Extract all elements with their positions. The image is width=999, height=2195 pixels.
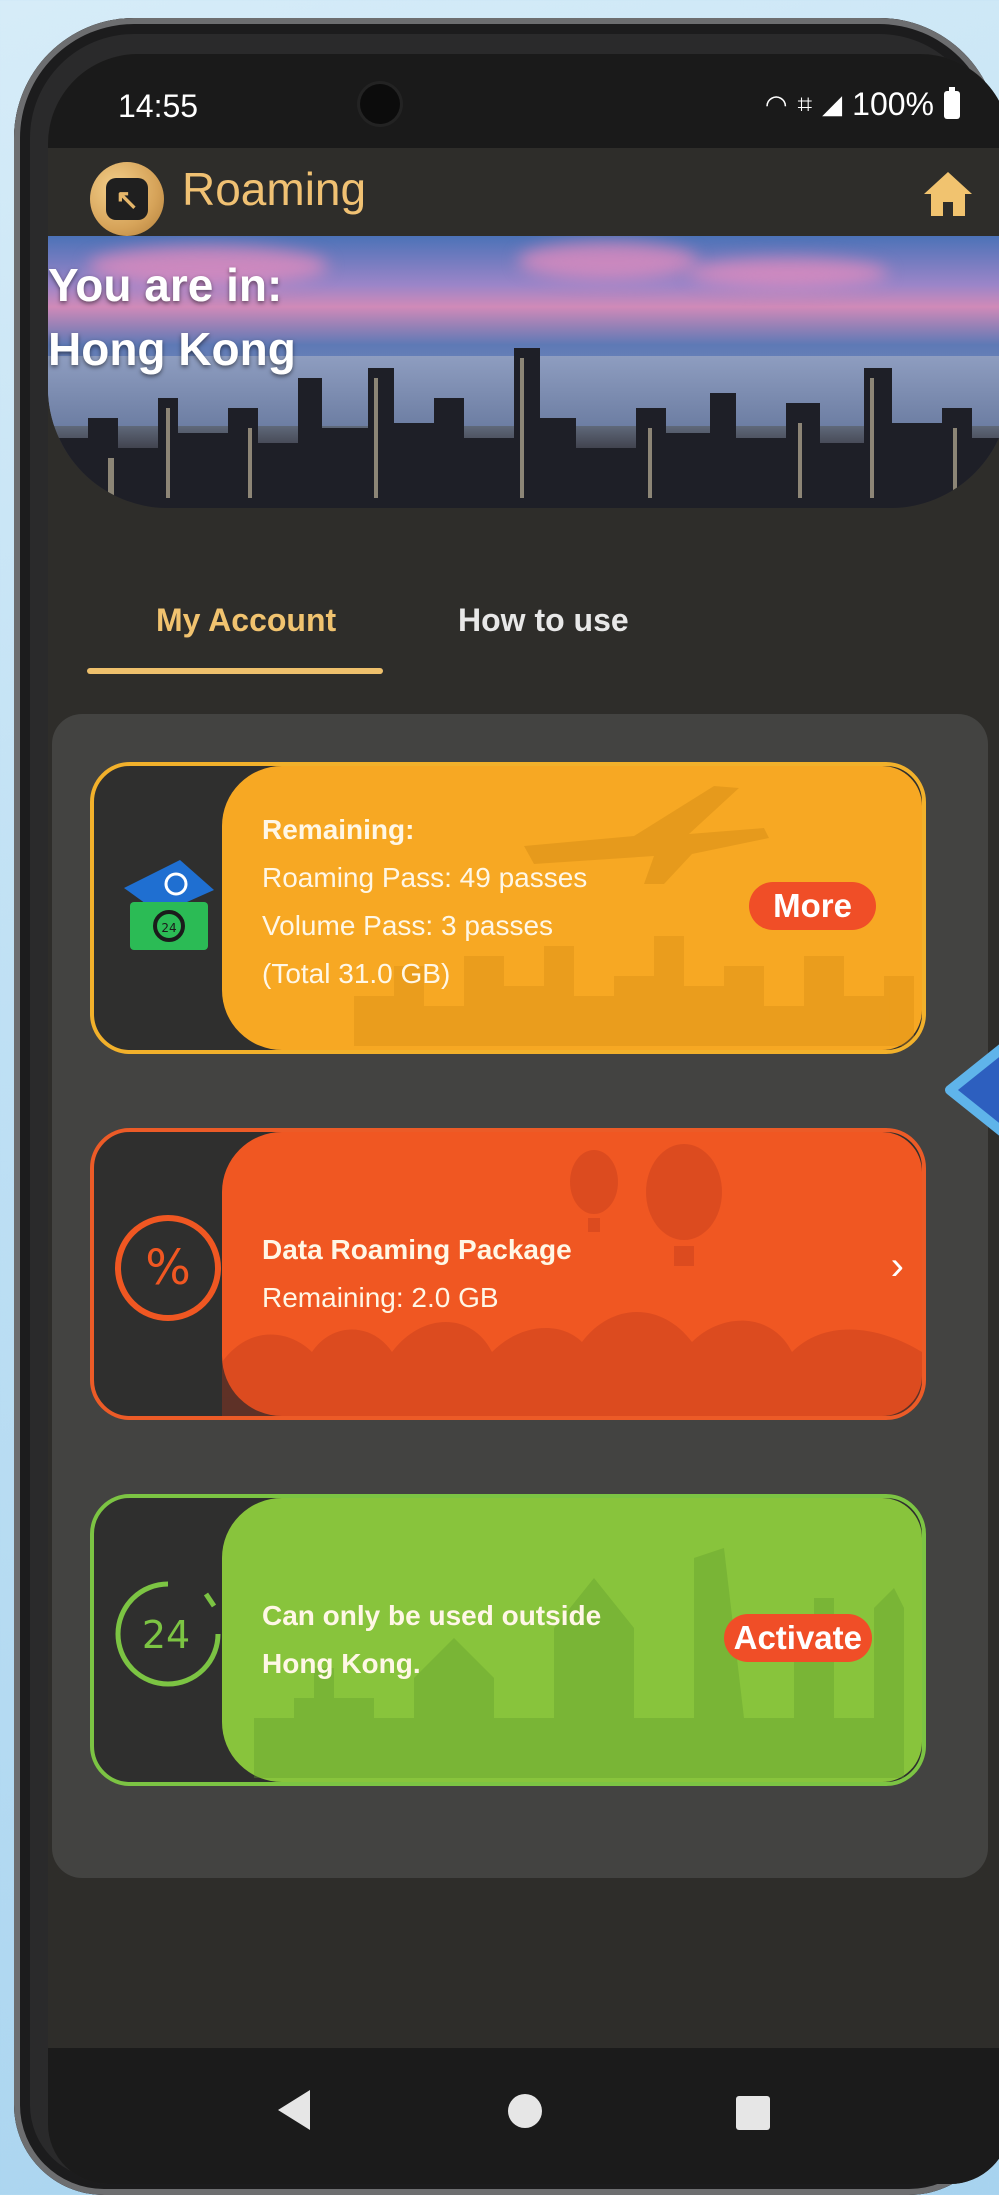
pointer-arrow: [945, 1044, 999, 1136]
more-button[interactable]: More: [749, 882, 876, 930]
svg-text:24: 24: [142, 1613, 190, 1657]
chevron-right-icon[interactable]: ›: [891, 1244, 904, 1289]
svg-text:24: 24: [161, 921, 176, 935]
status-icons: ◠ ⌗ ◢ 100%: [765, 86, 960, 123]
banner-cloud: [688, 258, 888, 288]
volte-icon: ⌗: [797, 88, 813, 119]
location-name: Hong Kong: [48, 323, 296, 375]
back-arrow-icon: ↖: [106, 178, 148, 220]
24-hour-icon: 24: [115, 1581, 221, 1687]
roaming-pass-card[interactable]: 24 Remaining: Roaming Pass: 49 passes Vo…: [90, 762, 926, 1054]
day-pass-note-line2: Hong Kong.: [262, 1648, 421, 1679]
roaming-pass-count: Roaming Pass: 49 passes: [262, 862, 588, 893]
battery-text: 100%: [852, 86, 934, 122]
data-roaming-package-card[interactable]: % Data Roaming Package Remaining: 2.0 GB…: [90, 1128, 926, 1420]
banner-cloud: [518, 242, 698, 280]
percent-icon: %: [115, 1215, 221, 1321]
tab-how-to-use[interactable]: How to use: [458, 602, 629, 639]
phone-frame: 14:55 ◠ ⌗ ◢ 100% ↖ Roaming You are in: H…: [14, 18, 999, 2195]
svg-text:%: %: [145, 1240, 191, 1296]
location-label: You are in:: [48, 259, 283, 311]
nav-recents-icon[interactable]: [736, 2096, 770, 2130]
screen: 14:55 ◠ ⌗ ◢ 100% ↖ Roaming You are in: H…: [48, 54, 999, 2184]
card-text: Data Roaming Package Remaining: 2.0 GB: [262, 1226, 572, 1322]
balloon-icon: [570, 1144, 722, 1266]
signal-icon: ◢: [822, 89, 843, 119]
back-button[interactable]: ↖: [90, 162, 164, 236]
activate-button[interactable]: Activate: [723, 1614, 872, 1662]
page-title: Roaming: [182, 163, 367, 215]
system-nav-bar: [48, 2048, 999, 2184]
card-text: Can only be used outside Hong Kong.: [262, 1592, 601, 1688]
package-title: Data Roaming Package: [262, 1234, 572, 1265]
remaining-title: Remaining:: [262, 814, 415, 845]
active-tab-indicator: [87, 668, 383, 674]
account-panel: 24 Remaining: Roaming Pass: 49 passes Vo…: [52, 714, 988, 1878]
app-bar: ↖ Roaming: [48, 148, 999, 236]
card-text: Remaining: Roaming Pass: 49 passes Volum…: [262, 806, 587, 998]
status-bar: 14:55 ◠ ⌗ ◢ 100%: [48, 54, 999, 148]
total-volume: (Total 31.0 GB): [262, 958, 451, 989]
tab-bar: My Account How to use: [48, 602, 999, 692]
nfc-icon: ◠: [764, 89, 788, 119]
volume-pass-count: Volume Pass: 3 passes: [262, 910, 554, 941]
location-banner: You are in: Hong Kong: [48, 236, 999, 508]
tab-my-account[interactable]: My Account: [156, 602, 336, 639]
package-remaining: Remaining: 2.0 GB: [262, 1282, 499, 1313]
home-icon[interactable]: [920, 166, 976, 222]
nav-home-icon[interactable]: [508, 2094, 542, 2128]
status-time: 14:55: [118, 88, 199, 124]
front-camera: [360, 84, 400, 124]
day-pass-card[interactable]: 24 Can only be used outside Hong Kong. A…: [90, 1494, 926, 1786]
pass-ticket-icon: 24: [124, 860, 214, 950]
day-pass-note-line1: Can only be used outside: [262, 1600, 602, 1631]
nav-back-icon[interactable]: [278, 2090, 310, 2130]
battery-icon: [944, 86, 960, 119]
